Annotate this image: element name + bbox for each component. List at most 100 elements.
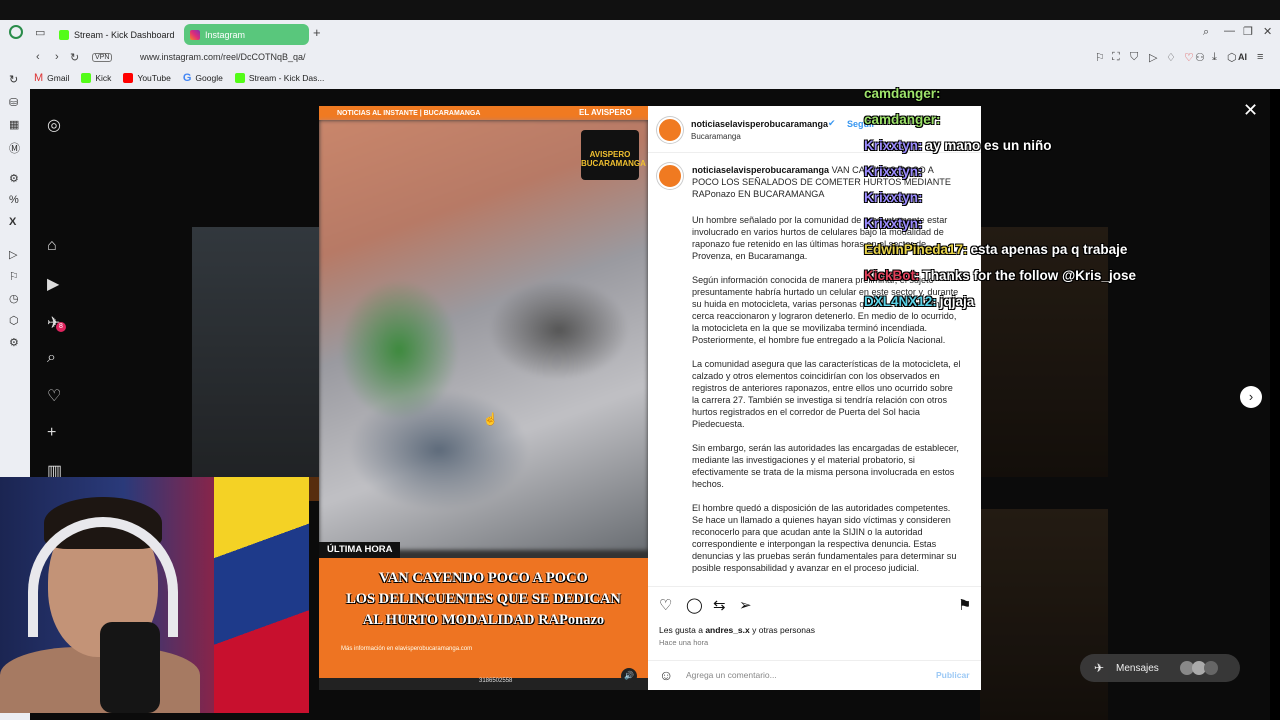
- player-icon[interactable]: ▷: [9, 248, 17, 261]
- chat-username: Krixxtyn:: [864, 190, 923, 205]
- percent-icon[interactable]: %: [9, 194, 19, 206]
- microphone: [100, 622, 160, 713]
- messenger-icon[interactable]: Ⓜ: [9, 140, 20, 156]
- home-icon[interactable]: ⌂: [47, 237, 57, 255]
- url-field[interactable]: www.instagram.com/reel/DcCOTNqB_qa/: [140, 52, 306, 62]
- notifications-icon[interactable]: ♡: [47, 386, 61, 406]
- chat-username: Krixxtyn:: [864, 138, 923, 153]
- messages-badge: 8: [56, 322, 66, 332]
- chat-username: DXL4NX12:: [864, 294, 937, 309]
- bookmarks-bar: M Gmail Kick YouTube G Google Stream - Kic…: [0, 67, 1280, 89]
- bookmark-icon[interactable]: ⚐: [1095, 51, 1105, 64]
- bookmark-gmail[interactable]: M Gmail: [34, 72, 69, 84]
- chat-message: EdwinPineda17: esta apenas pa q trabaje: [864, 242, 1127, 257]
- refresh-sidebar-icon[interactable]: ↻: [9, 73, 18, 86]
- chat-username: EdwinPineda17:: [864, 242, 968, 257]
- instagram-favicon-icon: [190, 29, 200, 40]
- chat-message: camdanger:: [864, 86, 944, 101]
- pinboard-icon[interactable]: ▦: [9, 118, 19, 131]
- account-icon[interactable]: ⚇: [1195, 51, 1205, 64]
- messages-pill-icon: ✈: [1094, 661, 1105, 675]
- google-icon: G: [182, 72, 192, 84]
- author-username[interactable]: noticiaselavisperobucaramanga: [691, 119, 828, 129]
- flag-background: [214, 477, 309, 713]
- kick-icon: [81, 73, 92, 83]
- share-icon[interactable]: ➢: [739, 596, 752, 614]
- maximize-icon[interactable]: ❐: [1243, 25, 1253, 38]
- forward-icon[interactable]: ›: [55, 51, 59, 63]
- chat-username: Krixxtyn:: [864, 216, 923, 231]
- chat-message: KickBot: Thanks for the follow @Kris_jose: [864, 268, 1136, 283]
- reels-icon[interactable]: ▶: [47, 274, 59, 294]
- extensions-side-icon[interactable]: ⬡: [9, 314, 19, 327]
- caption-avatar[interactable]: [657, 163, 683, 189]
- ai-button[interactable]: AI: [1238, 52, 1247, 62]
- chat-username: camdanger:: [864, 112, 941, 127]
- search-icon[interactable]: ⌕: [47, 349, 56, 367]
- chat-message: Krixxtyn:: [864, 216, 926, 231]
- bookmarks-side-icon[interactable]: ⚐: [9, 270, 19, 283]
- bookmark-google[interactable]: G Google: [183, 72, 223, 84]
- chat-text: Thanks for the follow @Kris_jose: [922, 268, 1136, 283]
- author-avatar[interactable]: [657, 117, 683, 143]
- chat-message: camdanger:: [864, 112, 944, 127]
- easy-setup-icon[interactable]: ≡: [1257, 51, 1263, 63]
- bookmark-stream-kick[interactable]: Stream - Kick Das...: [234, 72, 324, 84]
- verified-icon: ✔: [828, 118, 836, 128]
- bookmark-youtube[interactable]: YouTube: [123, 72, 171, 84]
- search-tabs-icon[interactable]: ⌕: [1203, 26, 1209, 39]
- gmail-icon: M: [34, 72, 44, 84]
- avispero-logo: AVISPERO BUCARAMANGA: [581, 130, 646, 180]
- video-headline: VAN CAYENDO POCO A POCO LOS DELINCUENTES…: [346, 570, 621, 628]
- x-twitter-icon[interactable]: X: [9, 216, 16, 228]
- publish-button[interactable]: Publicar: [936, 670, 970, 680]
- back-icon[interactable]: ‹: [36, 51, 40, 63]
- mute-icon[interactable]: 🔊: [621, 668, 637, 684]
- tab-menu-icon[interactable]: ▭: [35, 26, 45, 39]
- avatar: [1204, 661, 1218, 675]
- extensions-icon[interactable]: ⬡: [1227, 51, 1237, 64]
- comment-icon[interactable]: ◯: [686, 596, 703, 614]
- tab-kick-dashboard[interactable]: Stream - Kick Dashboard: [53, 24, 181, 45]
- opera-logo-icon[interactable]: [9, 25, 23, 39]
- video-top-right-label: EL AVISPERO: [579, 108, 632, 117]
- new-tab-icon[interactable]: +: [313, 25, 321, 40]
- tab-instagram[interactable]: Instagram: [184, 24, 309, 45]
- post-location[interactable]: Bucaramanga: [691, 132, 741, 141]
- save-icon[interactable]: ⚑: [958, 596, 971, 614]
- download-icon[interactable]: ⤓: [1212, 51, 1217, 64]
- wallet-icon[interactable]: ♢: [1166, 51, 1176, 64]
- kick-icon: [234, 73, 245, 83]
- close-modal-icon[interactable]: ✕: [1243, 100, 1258, 121]
- messages-pill[interactable]: ✈ Mensajes: [1080, 654, 1240, 682]
- play-icon[interactable]: ▷: [1149, 51, 1157, 64]
- snapshot-icon[interactable]: ⛶: [1112, 51, 1120, 64]
- reload-icon[interactable]: ↻: [70, 51, 79, 64]
- ultima-hora-label: ÚLTIMA HORA: [319, 542, 401, 558]
- video-frame-blurred: [319, 120, 648, 550]
- chat-text: jqjaja: [939, 294, 975, 309]
- chat-username: camdanger:: [864, 86, 941, 101]
- instagram-logo-icon[interactable]: ◎: [47, 115, 61, 135]
- bookmark-kick[interactable]: Kick: [81, 72, 111, 84]
- settings-icon[interactable]: ⚙: [9, 336, 19, 349]
- comment-input[interactable]: Agrega un comentario...: [686, 670, 777, 680]
- create-icon[interactable]: +: [47, 424, 56, 442]
- close-window-icon[interactable]: ✕: [1263, 25, 1272, 38]
- minimize-icon[interactable]: —: [1224, 25, 1235, 37]
- heart-icon[interactable]: ♡: [1184, 51, 1194, 64]
- next-post-button[interactable]: ›: [1240, 386, 1262, 408]
- like-icon[interactable]: ♡: [659, 596, 672, 614]
- chat-username: Krixxtyn:: [864, 164, 923, 179]
- adblock-icon[interactable]: ⛉: [1130, 51, 1138, 64]
- chatgpt-icon[interactable]: ⚙: [9, 172, 19, 185]
- repost-icon[interactable]: ⇆: [713, 596, 726, 614]
- emoji-icon[interactable]: ☺: [659, 667, 673, 683]
- streamer-webcam: [0, 477, 309, 713]
- video-info-text: Más información en elavisperobucaramanga…: [341, 646, 473, 652]
- reel-video[interactable]: NOTICIAS AL INSTANTE | BUCARAMANGA EL AV…: [319, 106, 648, 690]
- likes-line: Les gusta a andres_s.x y otras personas: [659, 625, 815, 635]
- workspaces-icon[interactable]: ⛁: [9, 96, 18, 109]
- vpn-badge[interactable]: VPN: [92, 52, 113, 62]
- history-icon[interactable]: ◷: [9, 292, 19, 305]
